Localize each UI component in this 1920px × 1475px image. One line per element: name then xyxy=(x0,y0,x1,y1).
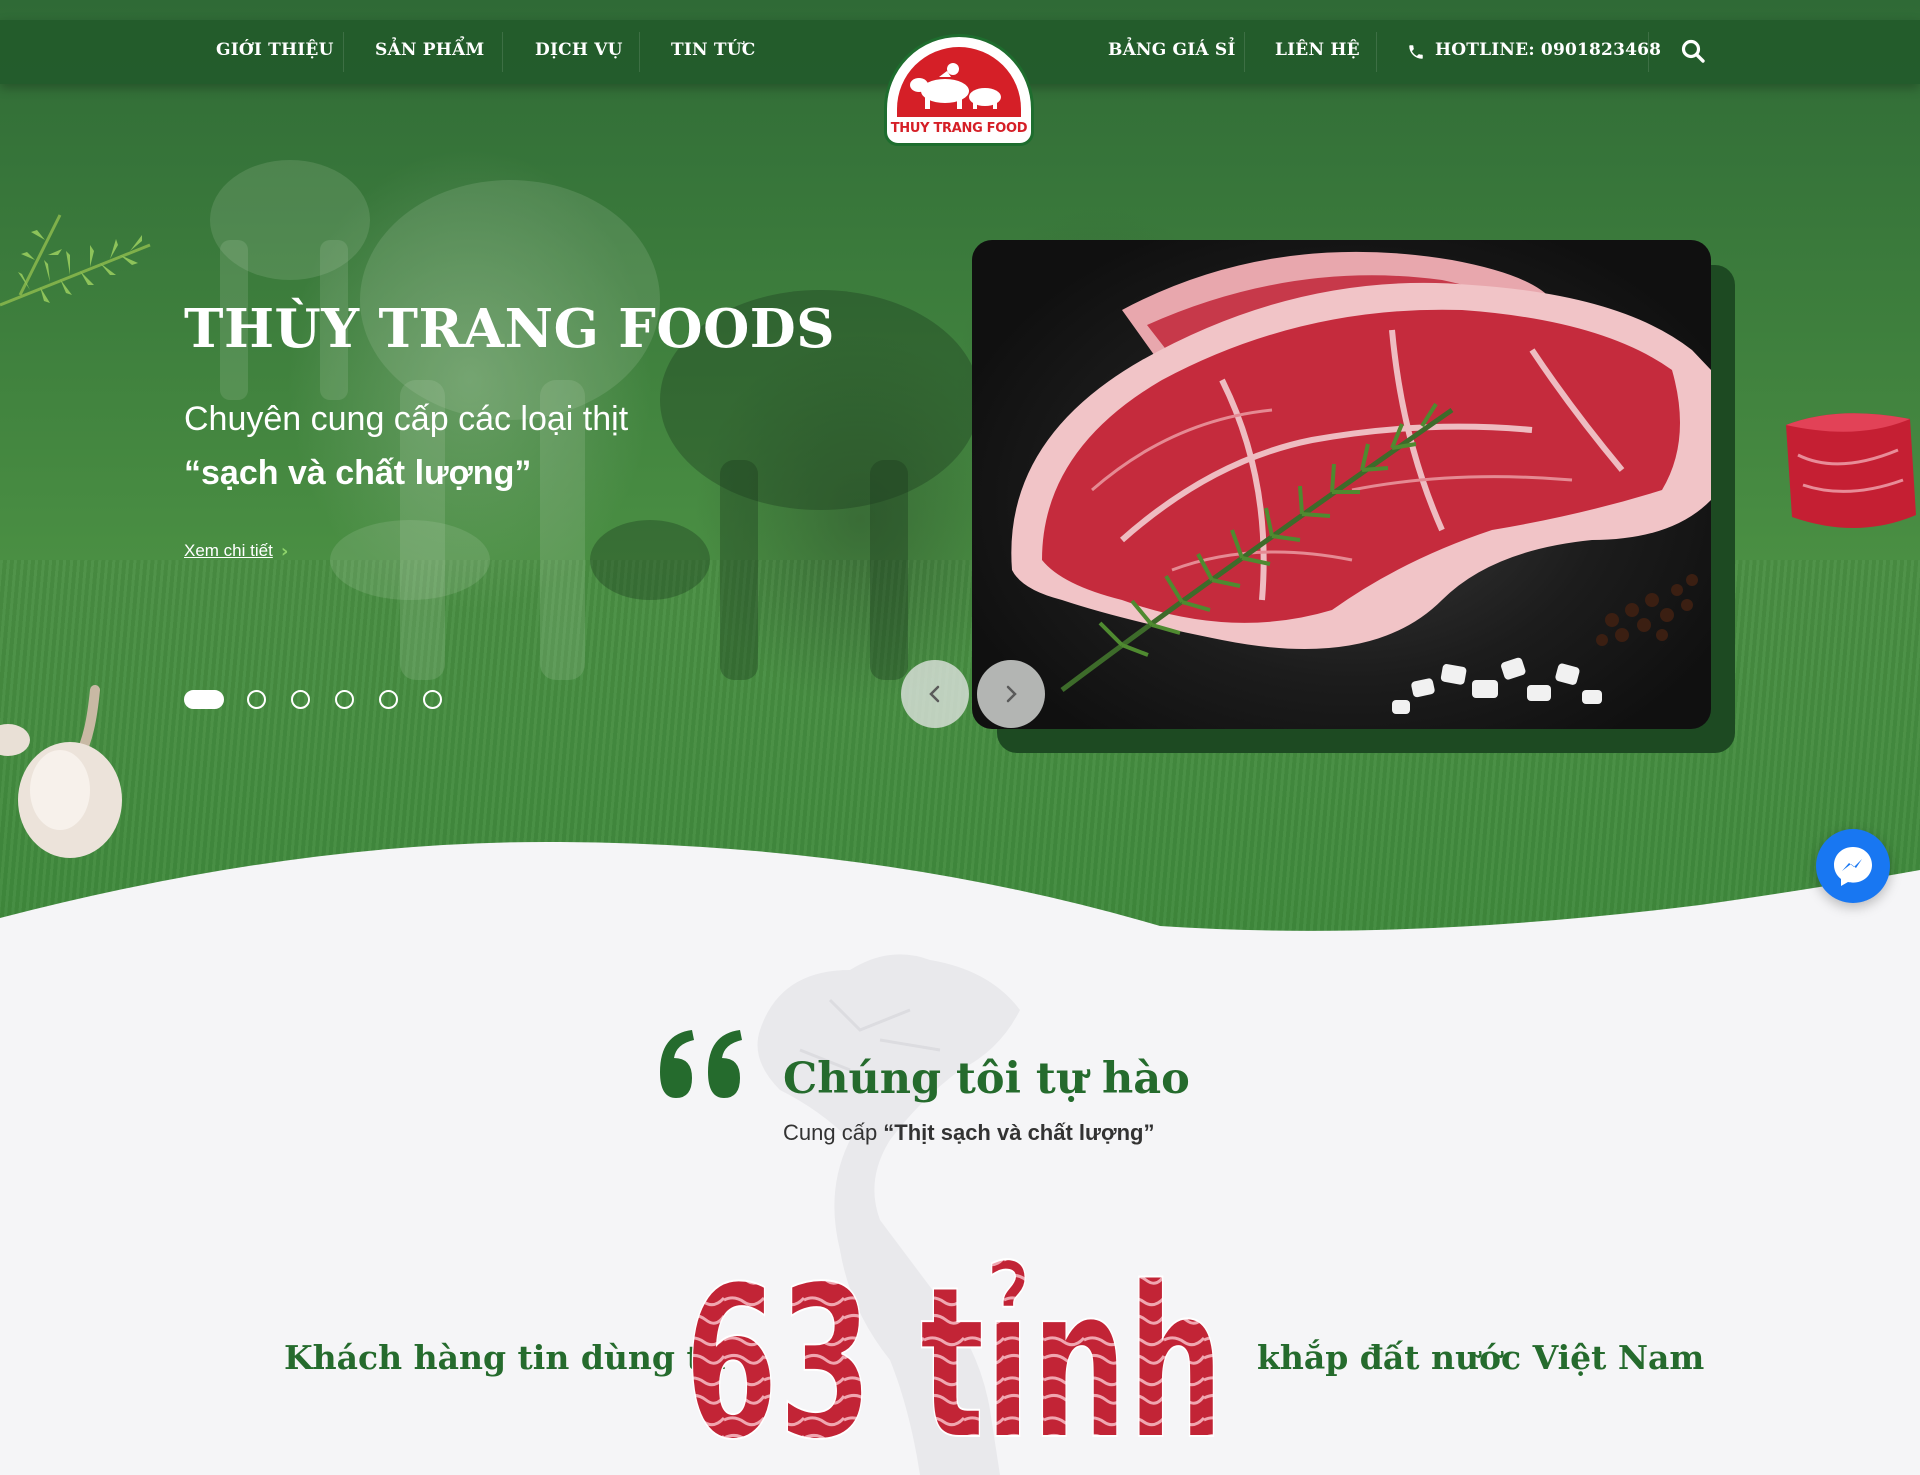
slider-next-button[interactable] xyxy=(977,660,1045,728)
slider-dot[interactable] xyxy=(423,690,442,709)
hero-subtitle: Chuyên cung cấp các loại thịt xyxy=(184,400,629,438)
nav-san-pham[interactable]: SẢN PHẨM xyxy=(375,40,484,60)
view-detail-link[interactable]: Xem chi tiết xyxy=(184,541,273,561)
hero-quote: “sạch và chất lượng” xyxy=(184,454,532,492)
nav-divider xyxy=(343,32,344,72)
stat-right-text: khắp đất nước Việt Nam xyxy=(1257,1338,1705,1377)
hero-title: THÙY TRANG FOODS xyxy=(184,298,835,360)
slide-image-steak xyxy=(972,240,1711,729)
quote-icon xyxy=(660,1030,742,1098)
chevron-right-icon xyxy=(1006,685,1017,703)
pride-subtitle: Cung cấp “Thịt sạch và chất lượng” xyxy=(783,1120,1154,1146)
nav-divider xyxy=(1376,32,1377,72)
hero-banner: GIỚI THIỆU SẢN PHẨM DỊCH VỤ TIN TỨC BẢNG… xyxy=(0,0,1920,935)
pride-subtitle-highlight: “Thịt sạch và chất lượng” xyxy=(883,1120,1155,1145)
nav-tin-tuc[interactable]: TIN TỨC xyxy=(671,40,755,60)
nav-lien-he[interactable]: LIÊN HỆ xyxy=(1275,40,1360,60)
slider-dot[interactable] xyxy=(335,690,354,709)
slider-dot[interactable] xyxy=(379,690,398,709)
nav-divider xyxy=(1244,32,1245,72)
stat-left-text: Khách hàng tin dùng từ xyxy=(284,1338,726,1377)
nav-divider xyxy=(639,32,640,72)
slider-dot[interactable] xyxy=(291,690,310,709)
chevron-right-icon: › xyxy=(281,541,289,562)
stat-big-label: 63 tỉnh xyxy=(684,1241,1224,1450)
slider-dot[interactable] xyxy=(247,690,266,709)
wave-divider xyxy=(0,841,1920,935)
nav-bang-gia-si[interactable]: BẢNG GIÁ SỈ xyxy=(1108,40,1236,60)
messenger-icon xyxy=(1834,847,1872,886)
logo-animals-icon xyxy=(910,63,1001,109)
nav-divider xyxy=(502,32,503,72)
nav-dich-vu[interactable]: DỊCH VỤ xyxy=(535,40,623,60)
slider-dot[interactable] xyxy=(184,690,224,709)
pride-subtitle-prefix: Cung cấp xyxy=(783,1120,884,1145)
logo-text: THUY TRANG FOOD xyxy=(890,121,1028,136)
pride-title: Chúng tôi tự hào xyxy=(783,1054,1190,1104)
chevron-left-icon xyxy=(929,685,940,703)
messenger-chat-button[interactable] xyxy=(1816,829,1890,903)
phone-icon xyxy=(1409,45,1423,59)
nav-gioi-thieu[interactable]: GIỚI THIỆU xyxy=(216,40,334,60)
beef-piece-decoration xyxy=(1786,413,1916,529)
nav-divider xyxy=(1648,32,1649,72)
slider-prev-button[interactable] xyxy=(901,660,969,728)
search-icon[interactable] xyxy=(1680,38,1706,64)
stat-big-number: 63 tỉnh xyxy=(684,1240,1225,1450)
rosemary-decoration xyxy=(0,214,151,307)
steak-illustration xyxy=(1011,251,1711,714)
nav-hotline[interactable]: HOTLINE: 0901823468 xyxy=(1435,40,1661,60)
